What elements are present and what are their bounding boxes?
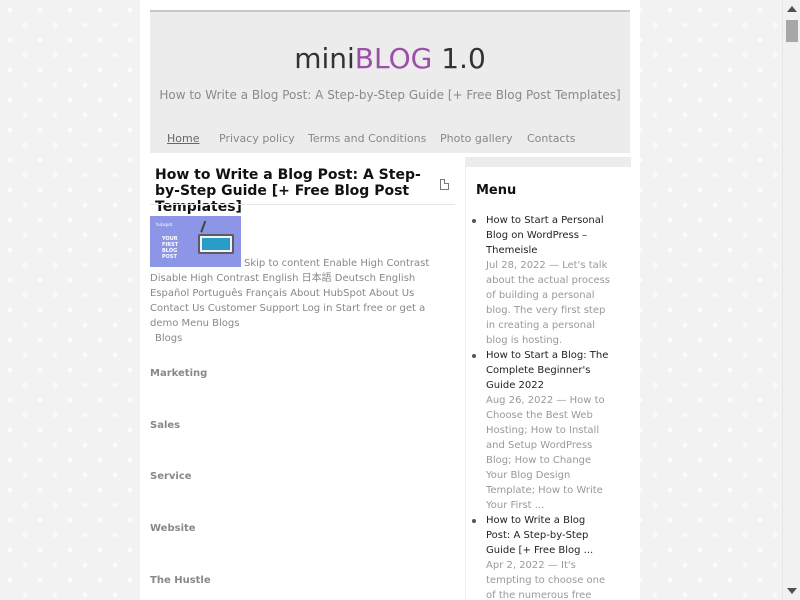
laptop-icon	[198, 234, 234, 254]
menu-list-item: How to Start a Personal Blog on WordPres…	[472, 213, 611, 348]
sidebar-menu-list: How to Start a Personal Blog on WordPres…	[472, 213, 611, 600]
menu-list-item: How to Write a Blog Post: A Step-by-Step…	[472, 513, 611, 600]
nav-home[interactable]: Home	[167, 132, 199, 145]
nav-contacts[interactable]: Contacts	[527, 132, 576, 145]
nav-terms[interactable]: Terms and Conditions	[308, 132, 426, 145]
category-marketing[interactable]: Marketing	[150, 368, 207, 379]
site-title[interactable]: miniBLOG 1.0	[150, 42, 630, 75]
category-service[interactable]: Service	[150, 471, 192, 482]
scroll-down-arrow-icon[interactable]	[787, 588, 797, 594]
document-icon	[440, 179, 449, 190]
menu-item-link[interactable]: How to Write a Blog Post: A Step-by-Step…	[486, 513, 611, 558]
laptop-screen	[202, 238, 230, 250]
page-container: miniBLOG 1.0 How to Write a Blog Post: A…	[140, 0, 640, 600]
sidebar-menu-title: Menu	[476, 183, 517, 198]
thumbnail-logo: hubspot	[156, 222, 173, 227]
scroll-up-arrow-icon[interactable]	[787, 6, 797, 12]
site-title-version: 1.0	[432, 42, 486, 75]
vertical-scrollbar[interactable]	[782, 0, 800, 600]
scrollbar-thumb[interactable]	[786, 20, 798, 42]
category-the-hustle[interactable]: The Hustle	[150, 575, 211, 586]
main-nav: Home Privacy policy Terms and Conditions…	[150, 132, 630, 154]
main-content: How to Write a Blog Post: A Step-by-Step…	[150, 165, 455, 586]
blogs-label: Blogs	[155, 333, 183, 344]
menu-item-link[interactable]: How to Start a Blog: The Complete Beginn…	[486, 348, 611, 393]
post-body-text: Skip to content Enable High Contrast Dis…	[150, 258, 430, 329]
sidebar-header-band	[466, 157, 631, 167]
menu-item-excerpt: Aug 26, 2022 — How to Choose the Best We…	[486, 395, 605, 511]
title-divider	[150, 204, 455, 205]
site-title-mini: mini	[294, 42, 355, 75]
menu-list-item: How to Start a Blog: The Complete Beginn…	[472, 348, 611, 513]
sidebar: Menu How to Start a Personal Blog on Wor…	[465, 157, 631, 600]
post-title[interactable]: How to Write a Blog Post: A Step-by-Step…	[150, 165, 430, 215]
nav-photo-gallery[interactable]: Photo gallery	[440, 132, 513, 145]
category-website[interactable]: Website	[150, 523, 196, 534]
menu-item-excerpt: Apr 2, 2022 — It's tempting to choose on…	[486, 560, 606, 600]
site-title-blog: BLOG	[354, 42, 433, 75]
nav-privacy-policy[interactable]: Privacy policy	[219, 132, 295, 145]
menu-item-excerpt: Jul 28, 2022 — Let's talk about the actu…	[486, 260, 611, 346]
menu-item-link[interactable]: How to Start a Personal Blog on WordPres…	[486, 213, 611, 258]
category-sales[interactable]: Sales	[150, 420, 180, 431]
site-header: miniBLOG 1.0 How to Write a Blog Post: A…	[150, 10, 630, 153]
site-tagline: How to Write a Blog Post: A Step-by-Step…	[159, 88, 621, 102]
